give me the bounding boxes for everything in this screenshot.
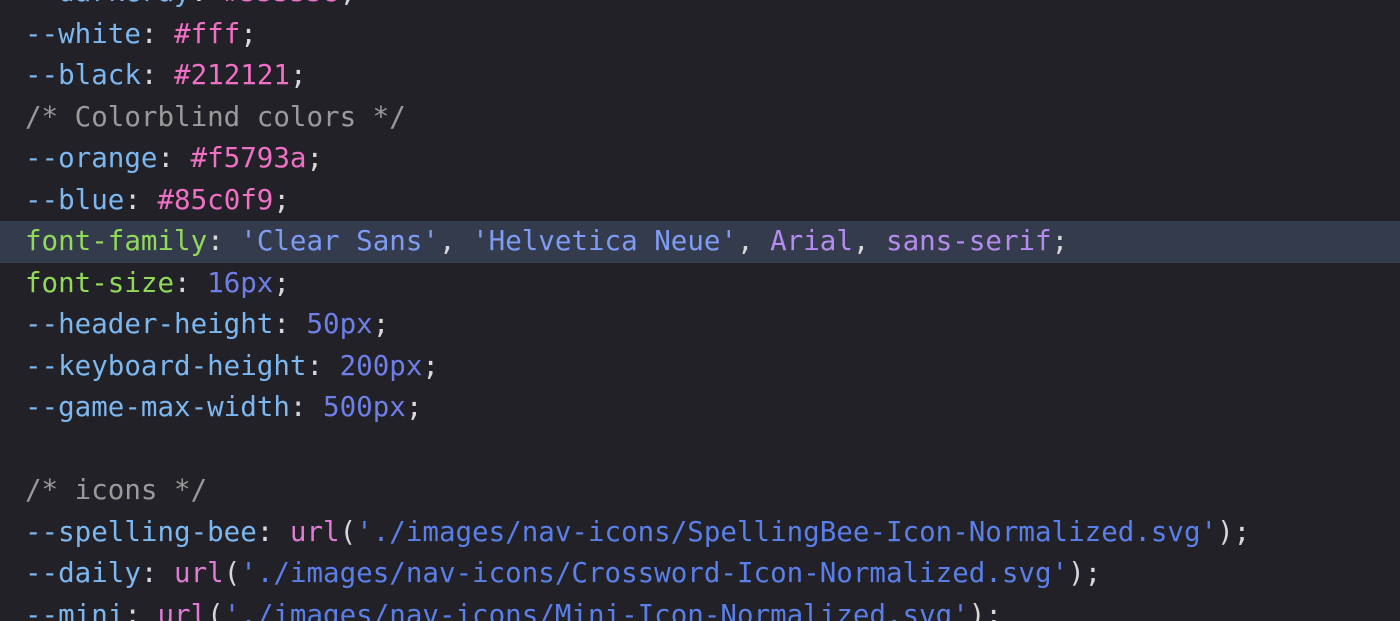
css-variable-name: --spelling-bee xyxy=(25,515,257,548)
quote-close: ' xyxy=(422,225,439,257)
punctuation-paren-open: ( xyxy=(223,557,241,589)
hex-color-value: #85c0f9 xyxy=(157,183,274,216)
punctuation-colon: : xyxy=(124,598,158,621)
code-line-orange[interactable]: --orange: #f5793a; xyxy=(0,138,1400,180)
css-variable-name: --daily xyxy=(25,557,141,589)
punctuation-paren-close: ) xyxy=(1068,557,1085,589)
punctuation-colon: : xyxy=(140,59,175,91)
punctuation-paren-close: ) xyxy=(968,598,986,621)
numeric-value: 200px xyxy=(339,349,423,382)
punctuation-paren-close: ) xyxy=(1217,515,1234,548)
code-line-font-size[interactable]: font-size: 16px; xyxy=(0,263,1400,305)
asset-path: ./images/nav-icons/SpellingBee-Icon-Norm… xyxy=(372,515,1201,548)
punctuation-semicolon: ; xyxy=(985,598,1002,621)
asset-path: ./images/nav-icons/Mini-Icon-Normalized.… xyxy=(240,598,953,621)
css-variable-name: --darkGray xyxy=(25,0,191,8)
punctuation-semicolon: ; xyxy=(340,0,357,8)
quote-open: ' xyxy=(240,225,257,257)
css-function-url: url xyxy=(289,515,340,548)
css-variable-name: --keyboard-height xyxy=(25,349,307,382)
quote-open: ' xyxy=(472,225,489,257)
css-variable-name: --header-height xyxy=(25,308,274,340)
punctuation-paren-open: ( xyxy=(339,515,357,548)
code-line-daily[interactable]: --daily: url('./images/nav-icons/Crosswo… xyxy=(0,553,1400,595)
css-function-url: url xyxy=(174,557,224,589)
punctuation-colon: : xyxy=(306,349,340,382)
punctuation-semicolon: ; xyxy=(240,17,257,50)
code-line-blank[interactable] xyxy=(0,429,1400,471)
punctuation-colon: : xyxy=(207,225,241,257)
punctuation-semicolon: ; xyxy=(273,183,290,216)
numeric-value: 16px xyxy=(207,266,274,299)
css-variable-name: --mini xyxy=(25,598,125,621)
css-variable-name: --black xyxy=(25,59,141,91)
code-line-comment-icons[interactable]: /* icons */ xyxy=(0,470,1400,512)
hex-color-value: #555558 xyxy=(224,0,340,8)
hex-color-value: #fff xyxy=(174,17,241,50)
punctuation-paren-open: ( xyxy=(207,598,224,621)
code-line-spelling-bee[interactable]: --spelling-bee: url('./images/nav-icons/… xyxy=(0,512,1400,554)
punctuation-colon: : xyxy=(140,557,175,589)
css-variable-name: --orange xyxy=(25,142,158,174)
punctuation-semicolon: ; xyxy=(306,142,324,174)
quote-open: ' xyxy=(223,598,241,621)
font-name-arial: Arial xyxy=(770,225,853,257)
punctuation-colon: : xyxy=(191,0,224,8)
code-line[interactable]: --darkGray: #555558; xyxy=(0,0,1400,14)
hex-color-value: #f5793a xyxy=(190,142,307,174)
punctuation-semicolon: ; xyxy=(372,308,390,340)
punctuation-semicolon: ; xyxy=(1051,225,1069,257)
punctuation-colon: : xyxy=(140,17,175,50)
code-line-font-family-active[interactable]: font-family: 'Clear Sans', 'Helvetica Ne… xyxy=(0,221,1400,263)
css-variable-name: --white xyxy=(25,17,141,50)
code-line-white[interactable]: --white: #fff; xyxy=(0,14,1400,56)
punctuation-semicolon: ; xyxy=(289,59,307,91)
quote-close: ' xyxy=(952,598,969,621)
code-line-comment-colorblind[interactable]: /* Colorblind colors */ xyxy=(0,97,1400,139)
punctuation-semicolon: ; xyxy=(422,349,439,382)
punctuation-colon: : xyxy=(289,391,324,423)
punctuation-semicolon: ; xyxy=(405,391,423,423)
code-line-keyboard-height[interactable]: --keyboard-height: 200px; xyxy=(0,346,1400,388)
css-variable-name: --game-max-width xyxy=(25,391,290,423)
hex-color-value: #212121 xyxy=(174,59,290,91)
css-comment: /* Colorblind colors */ xyxy=(25,100,406,133)
font-name-helvetica-neue: Helvetica Neue xyxy=(488,225,721,257)
css-variable-name: --blue xyxy=(25,183,125,216)
punctuation-comma: , xyxy=(737,225,771,257)
code-line-clipped-top[interactable]: --darkGray: #555558; xyxy=(0,0,1400,14)
code-line-game-max-width[interactable]: --game-max-width: 500px; xyxy=(0,387,1400,429)
code-line-black[interactable]: --black: #212121; xyxy=(0,55,1400,97)
quote-close: ' xyxy=(720,225,737,257)
punctuation-colon: : xyxy=(157,142,191,174)
punctuation-semicolon: ; xyxy=(1084,557,1102,589)
css-function-url: url xyxy=(157,598,208,621)
code-lines-container[interactable]: --white: #fff; --black: #212121; /* Colo… xyxy=(0,14,1400,621)
code-line-header-height[interactable]: --header-height: 50px; xyxy=(0,304,1400,346)
punctuation-colon: : xyxy=(256,515,290,548)
css-comment: /* icons */ xyxy=(25,474,208,506)
quote-open: ' xyxy=(240,557,257,589)
font-generic-sans-serif: sans-serif xyxy=(886,225,1052,257)
punctuation-semicolon: ; xyxy=(273,266,290,299)
punctuation-colon: : xyxy=(174,266,208,299)
selected-text-clear-sans[interactable]: Clear Sans xyxy=(257,225,423,257)
punctuation-colon: : xyxy=(273,308,307,340)
punctuation-comma: , xyxy=(438,225,473,257)
quote-close: ' xyxy=(1051,557,1069,589)
quote-open: ' xyxy=(356,515,373,548)
css-property-name: font-family xyxy=(25,225,208,257)
code-editor-viewport[interactable]: --darkGray: #555558; --white: #fff; --bl… xyxy=(0,0,1400,621)
css-property-name: font-size xyxy=(25,266,175,299)
quote-close: ' xyxy=(1200,515,1218,548)
numeric-value: 500px xyxy=(323,391,406,423)
asset-path: ./images/nav-icons/Crossword-Icon-Normal… xyxy=(256,557,1052,589)
punctuation-semicolon: ; xyxy=(1233,515,1251,548)
numeric-value: 50px xyxy=(306,308,373,340)
punctuation-colon: : xyxy=(124,183,158,216)
code-line-mini-clipped-bottom[interactable]: --mini: url('./images/nav-icons/Mini-Ico… xyxy=(0,595,1400,621)
punctuation-comma: , xyxy=(852,225,887,257)
code-line-blue[interactable]: --blue: #85c0f9; xyxy=(0,180,1400,222)
